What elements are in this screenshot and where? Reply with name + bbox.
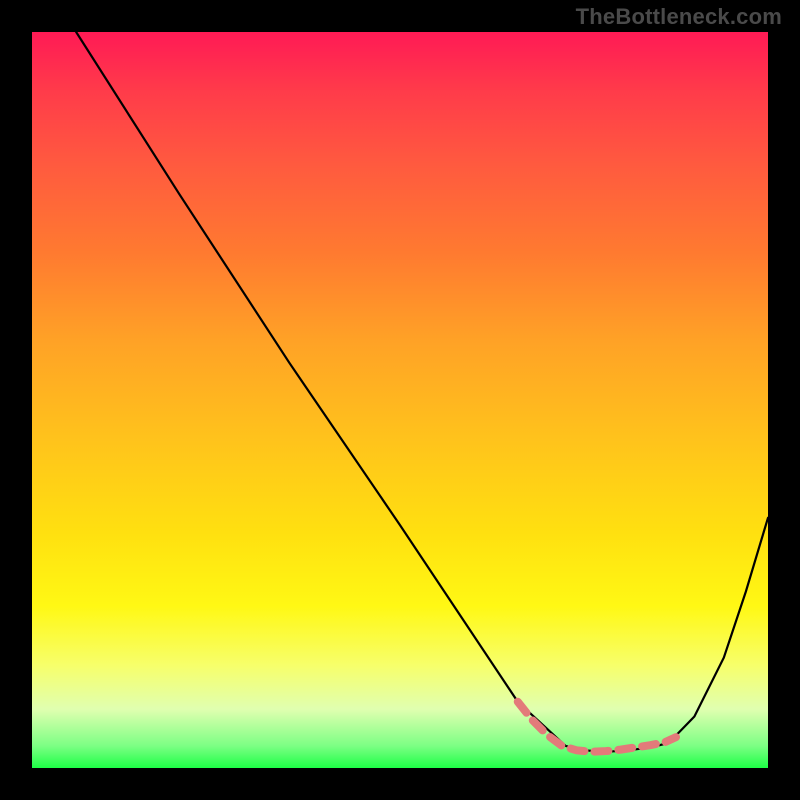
bottleneck-band-path xyxy=(518,702,676,752)
chart-svg xyxy=(32,32,768,768)
chart-frame: TheBottleneck.com xyxy=(0,0,800,800)
plot-area xyxy=(32,32,768,768)
watermark-text: TheBottleneck.com xyxy=(576,4,782,30)
curve-path xyxy=(76,32,768,752)
